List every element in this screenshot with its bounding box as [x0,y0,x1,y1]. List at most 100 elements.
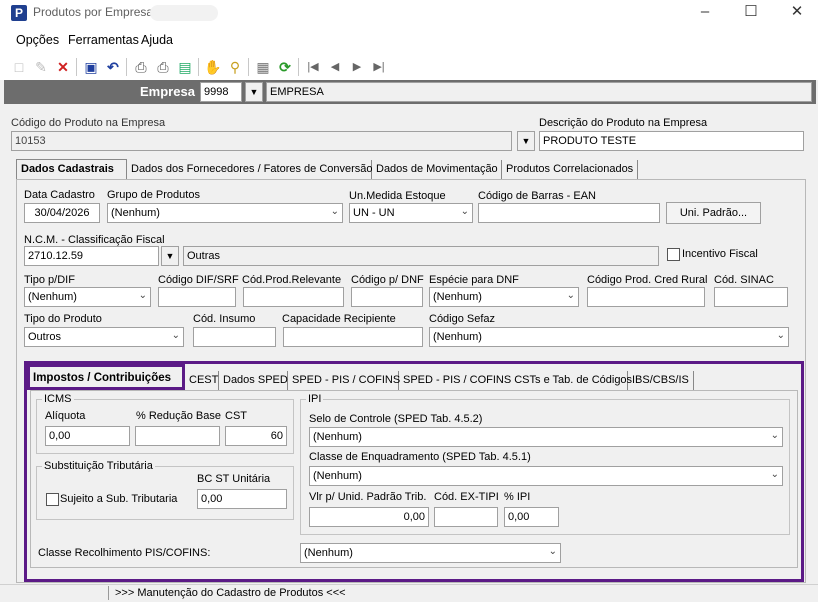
first-record-icon[interactable]: |◀ [304,58,322,76]
search-icon[interactable]: ⚲ [226,58,244,76]
next-record-icon[interactable]: ▶ [348,58,366,76]
previous-record-icon[interactable]: ◀ [326,58,344,76]
ean-input[interactable] [478,203,660,223]
cod-sinac-label: Cód. SINAC [714,274,774,286]
menu-ajuda[interactable]: Ajuda [141,33,173,47]
chevron-down-icon: ⌄ [770,469,779,480]
vlr-unid-input[interactable]: 0,00 [309,507,429,527]
cod-sinac-input[interactable] [714,287,788,307]
menu-opcoes[interactable]: Opções [16,33,59,47]
unmed-select[interactable]: UN - UN ⌄ [349,203,473,223]
tipo-dif-select[interactable]: (Nenhum) ⌄ [24,287,151,307]
subtab-sped-pis-cofins[interactable]: SPED - PIS / COFINS [288,371,400,391]
subtab-dados-sped[interactable]: Dados SPED [219,371,288,391]
delete-icon[interactable]: ✕ [54,58,72,76]
edit-icon[interactable]: ✎ [32,58,50,76]
window-title: Produtos por Empresa [33,5,154,19]
export-icon[interactable]: ▤ [176,58,194,76]
cod-dif-input[interactable] [158,287,236,307]
produto-desc-input[interactable]: PRODUTO TESTE [539,131,804,151]
cod-cred-rural-input[interactable] [587,287,705,307]
grupo-produtos-label: Grupo de Produtos [107,189,200,201]
hand-icon[interactable]: ✋ [204,58,222,76]
tab-dados-cadastrais[interactable]: Dados Cadastrais [16,159,127,179]
selo-controle-select[interactable]: (Nenhum) ⌄ [309,427,783,447]
grupo-produtos-value: (Nenhum) [111,207,160,219]
maximize-icon[interactable]: ☐ [728,0,774,26]
subtab-impostos[interactable]: Impostos / Contribuições [27,364,185,390]
tab-fornecedores[interactable]: Dados dos Fornecedores / Fatores de Conv… [127,160,373,180]
data-cadastro-label: Data Cadastro [24,189,95,201]
chevron-down-icon: ⌄ [460,206,469,217]
reducao-base-input[interactable] [135,426,220,446]
new-icon[interactable]: □ [10,58,28,76]
incentivo-fiscal-checkbox[interactable] [667,248,680,261]
cod-cred-rural-label: Código Prod. Cred Rural [587,274,708,286]
tipo-produto-label: Tipo do Produto [24,313,102,325]
subtab-cest[interactable]: CEST [185,371,219,391]
cst-label: CST [225,410,247,422]
tipo-produto-value: Outros [28,331,62,343]
sujeito-sub-tributaria-checkbox[interactable] [46,493,59,506]
menu-ferramentas[interactable]: Ferramentas [68,33,139,47]
print-icon[interactable]: ⎙ [132,58,150,76]
subtab-ibs-cbs-is[interactable]: IBS/CBS/IS [628,371,694,391]
chevron-down-icon: ⌄ [138,290,147,301]
classe-enquadramento-select[interactable]: (Nenhum) ⌄ [309,466,783,486]
minimize-icon[interactable]: – [682,0,728,26]
save-icon[interactable]: ▣ [82,58,100,76]
pct-ipi-input[interactable]: 0,00 [504,507,559,527]
pis-cofins-label: Classe Recolhimento PIS/COFINS: [38,547,211,559]
produto-dropdown-button[interactable]: ▼ [517,131,535,151]
classe-enquadramento-value: (Nenhum) [313,470,362,482]
ex-tipi-input[interactable] [434,507,498,527]
settings-icon[interactable]: ▦ [254,58,272,76]
cod-dnf-input[interactable] [351,287,423,307]
cod-prod-rel-input[interactable] [243,287,344,307]
undo-icon[interactable]: ↶ [104,58,122,76]
cap-recipiente-input[interactable] [283,327,423,347]
tab-produtos-correlacionados[interactable]: Produtos Correlacionados [502,160,638,180]
status-text: >>> Manutenção do Cadastro de Produtos <… [115,587,346,599]
refresh-icon[interactable]: ⟳ [276,58,294,76]
icms-title: ICMS [42,393,74,405]
grupo-produtos-select[interactable]: (Nenhum) ⌄ [107,203,343,223]
tab-movimentacao[interactable]: Dados de Movimentação [372,160,502,180]
bc-st-input[interactable]: 0,00 [197,489,287,509]
produto-code-input[interactable]: 10153 [11,131,512,151]
redacted-title-area [150,5,218,21]
ncm-desc-field: Outras [183,246,659,266]
pis-cofins-select[interactable]: (Nenhum) ⌄ [300,543,561,563]
empresa-dropdown-button[interactable]: ▼ [245,82,263,102]
ncm-dropdown-button[interactable]: ▼ [161,246,179,266]
toolbar-separator [248,58,249,76]
pis-cofins-value: (Nenhum) [304,547,353,559]
ncm-input[interactable]: 2710.12.59 [24,246,159,266]
aliquota-label: Alíquota [45,410,86,422]
cod-sefaz-select[interactable]: (Nenhum) ⌄ [429,327,789,347]
especie-dnf-value: (Nenhum) [433,291,482,303]
empresa-label: Empresa [140,84,195,99]
cod-insumo-input[interactable] [193,327,276,347]
subtab-sped-csts[interactable]: SPED - PIS / COFINS CSTs e Tab. de Códig… [399,371,632,391]
cst-input[interactable]: 60 [225,426,287,446]
data-cadastro-input[interactable]: 30/04/2026 [24,203,100,223]
last-record-icon[interactable]: ▶| [370,58,388,76]
toolbar-separator [298,58,299,76]
ncm-label: N.C.M. - Classificação Fiscal [24,234,165,246]
especie-dnf-select[interactable]: (Nenhum) ⌄ [429,287,579,307]
produto-code-label: Código do Produto na Empresa [11,117,166,129]
toolbar-separator [126,58,127,76]
chevron-down-icon: ⌄ [330,206,339,217]
empresa-code-input[interactable]: 9998 [200,82,242,102]
ipi-title: IPI [306,393,324,405]
close-icon[interactable]: ✕ [774,0,818,26]
status-divider [108,586,109,600]
print-setup-icon[interactable]: ⎙ [154,58,172,76]
cod-dnf-label: Código p/ DNF [351,274,424,286]
app-icon: P [11,5,27,21]
empresa-name-field: EMPRESA [266,82,812,102]
uni-padrao-button[interactable]: Uni. Padrão... [666,202,761,224]
aliquota-input[interactable]: 0,00 [45,426,130,446]
tipo-produto-select[interactable]: Outros ⌄ [24,327,184,347]
